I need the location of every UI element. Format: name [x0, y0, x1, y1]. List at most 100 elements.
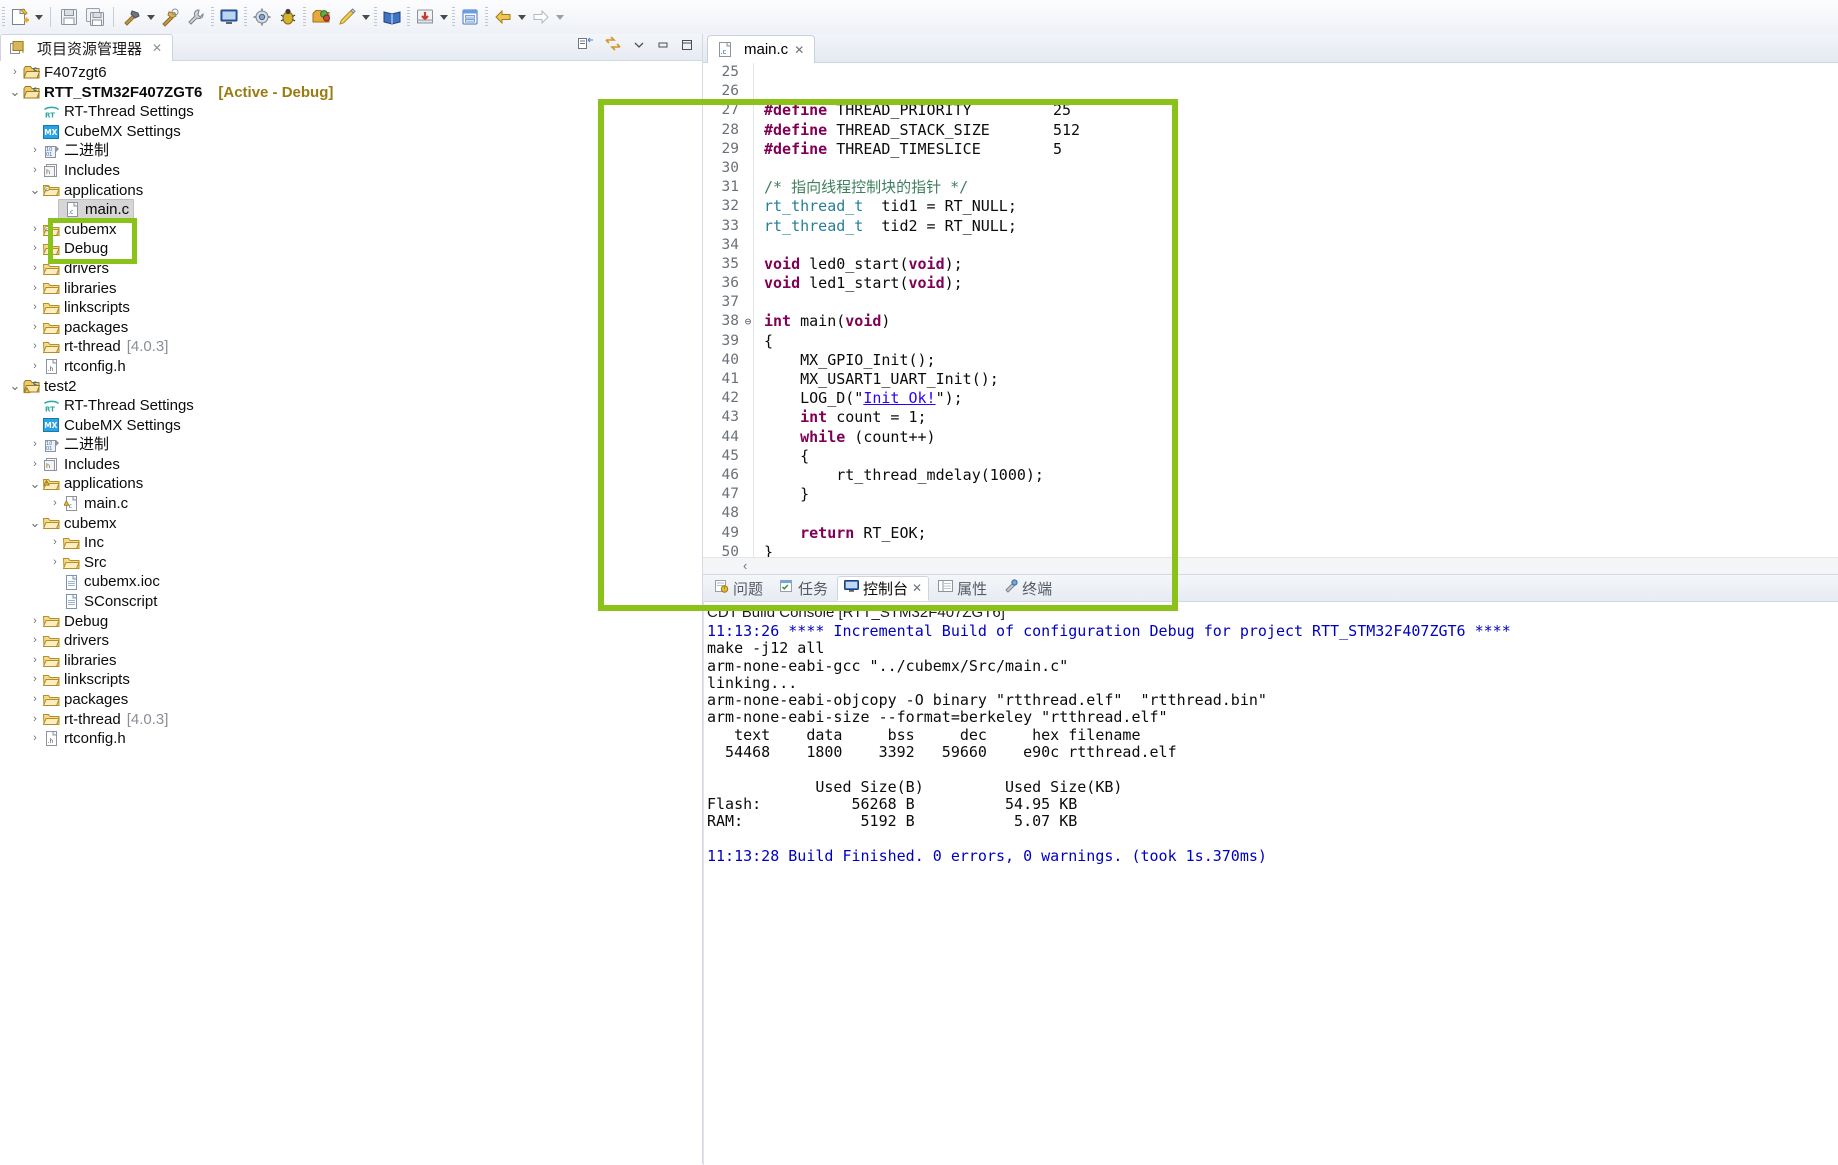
tree-item-content[interactable]: c F407zgt6	[22, 63, 107, 83]
tree-item-content[interactable]: linkscripts	[42, 670, 130, 690]
collapse-all-icon[interactable]	[604, 36, 622, 56]
toolbar-group-handle[interactable]	[485, 7, 488, 27]
code-line[interactable]: 26	[703, 82, 1838, 102]
tree-item-content[interactable]: SConscript	[62, 592, 157, 612]
tree-item-content[interactable]: .c main.c	[58, 199, 135, 221]
save-button[interactable]	[56, 4, 82, 30]
chevron-right-icon[interactable]: ›	[48, 494, 62, 514]
settings-button[interactable]	[183, 4, 209, 30]
toolbar-group-handle[interactable]	[244, 7, 247, 27]
chevron-right-icon[interactable]: ›	[28, 651, 42, 671]
tree-item[interactable]: ⌄ c applications	[0, 181, 702, 201]
tree-item-content[interactable]: packages	[42, 318, 128, 338]
tree-item-content[interactable]: libraries	[42, 279, 117, 299]
code-line[interactable]: 49 return RT_EOK;	[703, 523, 1838, 543]
tree-item-content[interactable]: 10 01 二进制	[42, 435, 109, 455]
chevron-right-icon[interactable]: ›	[28, 710, 42, 730]
save-all-button[interactable]	[82, 4, 108, 30]
tree-item-content[interactable]: drivers	[42, 631, 109, 651]
pencil-button[interactable]	[334, 4, 360, 30]
code-line[interactable]: 42 LOG_D("Init Ok!");	[703, 389, 1838, 409]
tree-item[interactable]: › c F407zgt6	[0, 63, 702, 83]
tree-item[interactable]: RT RT-Thread Settings	[0, 102, 702, 122]
code-line[interactable]: 34	[703, 235, 1838, 255]
chevron-down-icon[interactable]	[438, 6, 450, 28]
code-line[interactable]: 37	[703, 293, 1838, 313]
tree-item-content[interactable]: Debug	[42, 239, 108, 259]
code-line[interactable]: 38 ⊖ int main(void)	[703, 312, 1838, 332]
tree-item-content[interactable]: rt-thread [4.0.3]	[42, 710, 168, 730]
chevron-right-icon[interactable]: ›	[28, 298, 42, 318]
code-line[interactable]: 25	[703, 63, 1838, 83]
tree-item[interactable]: MX CubeMX Settings	[0, 416, 702, 436]
toolbar-group-handle[interactable]	[211, 7, 214, 27]
new-file-button[interactable]	[7, 4, 33, 30]
debug-button[interactable]	[275, 4, 301, 30]
code-line[interactable]: 41 MX_USART1_UART_Init();	[703, 370, 1838, 390]
chevron-right-icon[interactable]: ›	[28, 279, 42, 299]
chevron-down-icon[interactable]	[145, 6, 157, 28]
chevron-right-icon[interactable]: ›	[28, 161, 42, 181]
tree-item-content[interactable]: h Includes	[42, 455, 120, 475]
tree-item[interactable]: › 10 01 二进制	[0, 435, 702, 455]
toolbar-group-handle[interactable]	[452, 7, 455, 27]
tree-item-content[interactable]: libraries	[42, 651, 117, 671]
chevron-down-icon[interactable]	[33, 6, 45, 28]
tree-item-content[interactable]: linkscripts	[42, 298, 130, 318]
code-line[interactable]: 48	[703, 504, 1838, 524]
chevron-right-icon[interactable]: ›	[28, 612, 42, 632]
chevron-right-icon[interactable]: ›	[8, 63, 22, 83]
toolbar-group-handle[interactable]	[303, 7, 306, 27]
chevron-down-icon[interactable]: ⌄	[8, 379, 22, 392]
code-line[interactable]: 44 while (count++)	[703, 427, 1838, 447]
code-line[interactable]: 47 }	[703, 485, 1838, 505]
tree-item[interactable]: › linkscripts	[0, 298, 702, 318]
chevron-down-icon[interactable]: ⌄	[28, 516, 42, 529]
code-line[interactable]: 40 MX_GPIO_Init();	[703, 350, 1838, 370]
chevron-right-icon[interactable]: ›	[28, 141, 42, 161]
code-line[interactable]: 33 rt_thread_t tid2 = RT_NULL;	[703, 216, 1838, 236]
console-tab-4[interactable]: 终端	[996, 576, 1059, 601]
code-line[interactable]: 39 {	[703, 331, 1838, 351]
tree-item-content[interactable]: drivers	[42, 259, 109, 279]
tree-item[interactable]: › drivers	[0, 631, 702, 651]
tree-item-content[interactable]: c applications	[42, 181, 143, 201]
tree-item-content[interactable]: Inc	[62, 533, 104, 553]
build-button[interactable]	[119, 4, 145, 30]
tree-item-content[interactable]: 10 01 二进制	[42, 141, 109, 161]
code-line[interactable]: 30	[703, 158, 1838, 179]
tree-item[interactable]: › libraries	[0, 279, 702, 299]
console-tab-2[interactable]: 控制台 ✕	[837, 575, 930, 601]
tree-item[interactable]: › c cubemx	[0, 220, 702, 240]
code-text-area[interactable]: 25 26 27 #define THREAD_PRIORITY 25 28 #defin…	[703, 63, 1838, 557]
tab-project-explorer[interactable]: 项目资源管理器 ✕	[0, 34, 174, 61]
tree-item-content[interactable]: RT RT-Thread Settings	[42, 102, 194, 122]
code-line[interactable]: 29 #define THREAD_TIMESLICE 5	[703, 139, 1838, 159]
tree-item-content[interactable]: MX CubeMX Settings	[42, 122, 181, 142]
chevron-down-icon[interactable]	[516, 6, 528, 28]
tree-item-content[interactable]: Src	[62, 553, 107, 573]
chevron-right-icon[interactable]: ›	[48, 533, 62, 553]
console-tab-1[interactable]: 任务	[772, 576, 835, 601]
link-with-editor-icon[interactable]	[578, 37, 594, 55]
chevron-right-icon[interactable]: ›	[28, 670, 42, 690]
code-line[interactable]: 31 /* 指向线程控制块的指针 */	[703, 178, 1838, 198]
tree-item[interactable]: RT RT-Thread Settings	[0, 396, 702, 416]
tree-item-content[interactable]: .h rtconfig.h	[42, 729, 126, 749]
tree-item[interactable]: › packages	[0, 318, 702, 338]
tree-item[interactable]: › .h rtconfig.h	[0, 729, 702, 749]
tree-item-content[interactable]: c RTT_STM32F407ZGT6	[22, 83, 202, 103]
tree-item[interactable]: › libraries	[0, 651, 702, 671]
open-perspective-button[interactable]	[308, 4, 334, 30]
tree-item[interactable]: ⌄ c RTT_STM32F407ZGT6 [Active - Debug]	[0, 83, 702, 103]
bookmark-button[interactable]	[379, 4, 405, 30]
code-line[interactable]: 32 rt_thread_t tid1 = RT_NULL;	[703, 197, 1838, 217]
chevron-down-icon[interactable]: ⌄	[28, 477, 42, 490]
tree-item[interactable]: SConscript	[0, 592, 702, 612]
tree-item[interactable]: › rt-thread [4.0.3]	[0, 337, 702, 357]
tree-item-selected[interactable]: .c main.c	[0, 199, 702, 221]
forward-button[interactable]	[528, 4, 554, 30]
tree-item-content[interactable]: cubemx.ioc	[62, 572, 160, 592]
tree-item-content[interactable]: c test2	[22, 377, 77, 397]
tree-item[interactable]: › linkscripts	[0, 670, 702, 690]
